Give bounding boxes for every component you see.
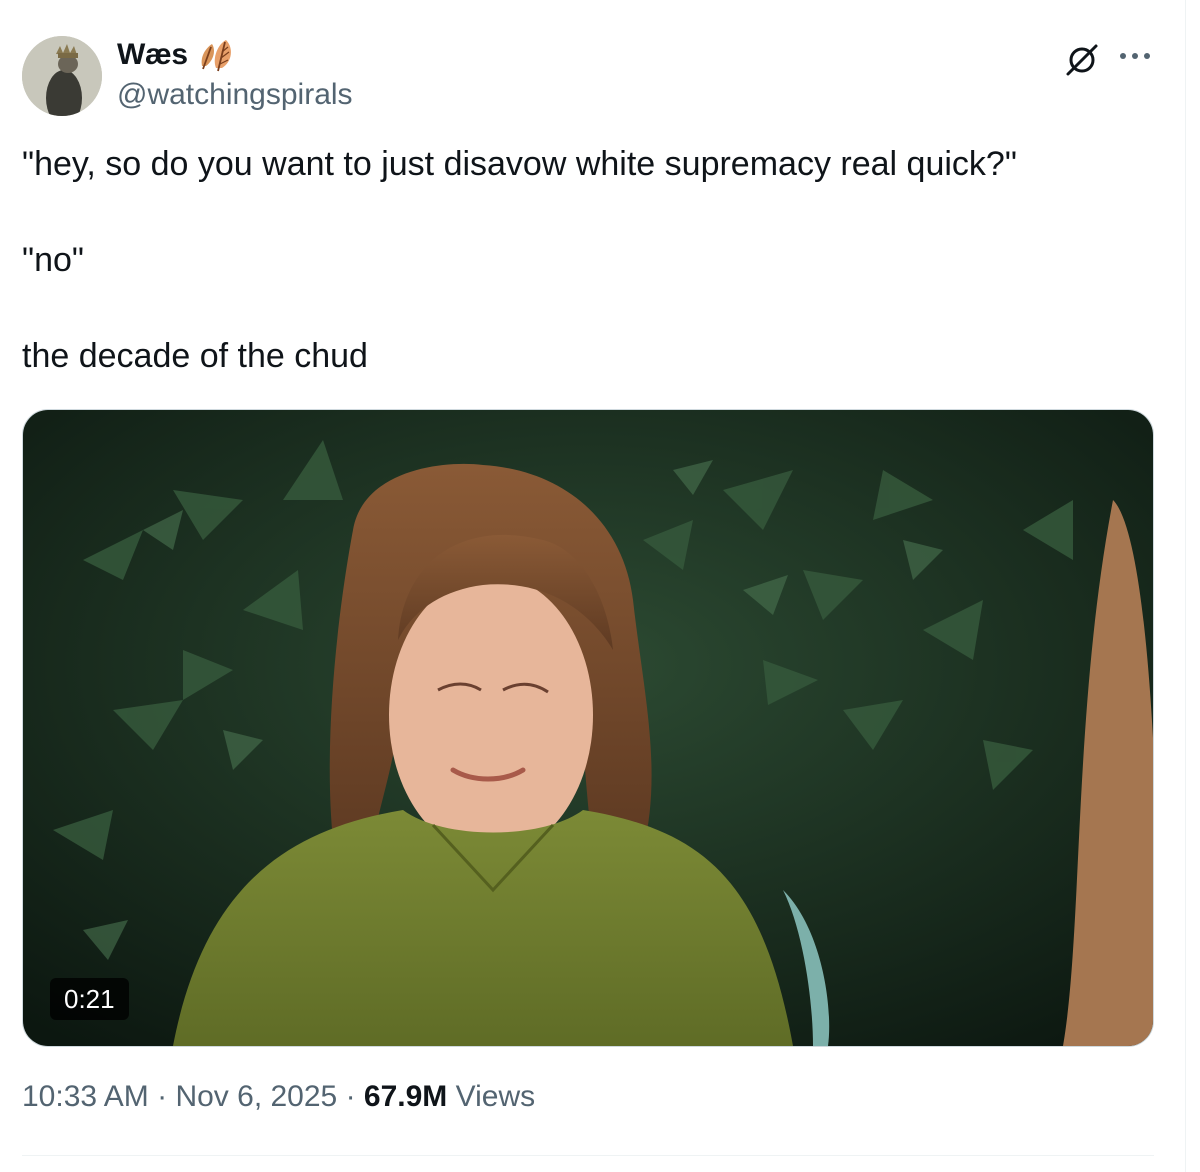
tweet-line-3: the decade of the chud: [22, 337, 368, 375]
column-border: [1185, 0, 1186, 1172]
grok-button[interactable]: [1060, 38, 1104, 82]
video-duration-badge: 0:21: [50, 978, 129, 1020]
tweet-date: Nov 6, 2025: [175, 1080, 338, 1113]
leaf-pair-icon: [201, 40, 231, 72]
tweet-line-1: "hey, so do you want to just disavow whi…: [22, 145, 1017, 183]
meta-separator: ·: [345, 1080, 356, 1113]
tweet-line-2: "no": [22, 241, 84, 279]
views-count: 67.9M: [363, 1080, 448, 1113]
video-thumbnail: [23, 410, 1153, 1046]
views-label: Views: [455, 1080, 536, 1113]
tweet-line-spacer: ​: [22, 188, 1162, 236]
author-handle[interactable]: @watchingspirals: [117, 78, 353, 112]
avatar[interactable]: [22, 36, 102, 116]
more-icon: [1120, 53, 1150, 59]
tweet-meta: 10:33 AM · Nov 6, 2025 · 67.9M Views: [22, 1080, 535, 1114]
more-button[interactable]: [1113, 38, 1157, 78]
grok-icon: [1066, 44, 1098, 76]
tweet: Wæs @watchingspirals "hey, so do you wan…: [0, 0, 1200, 1172]
tweet-text: "hey, so do you want to just disavow whi…: [22, 140, 1162, 380]
author-display-name[interactable]: Wæs: [117, 38, 188, 72]
avatar-image: [22, 36, 102, 116]
meta-separator: ·: [157, 1080, 168, 1113]
tweet-timestamp-link[interactable]: 10:33 AM · Nov 6, 2025: [22, 1080, 337, 1113]
video-player[interactable]: [22, 409, 1154, 1047]
tweet-line-spacer: ​: [22, 284, 1162, 332]
author-name-row[interactable]: Wæs: [117, 38, 238, 72]
divider: [22, 1155, 1154, 1156]
tweet-time: 10:33 AM: [22, 1080, 149, 1113]
